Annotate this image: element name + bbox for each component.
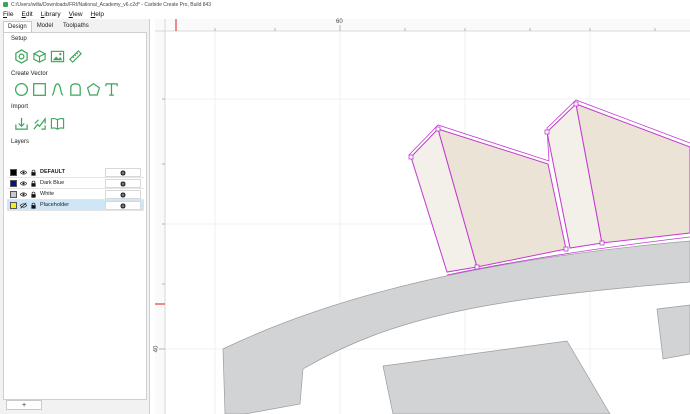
import-tools [13, 115, 67, 131]
panel-body: Setup Create Vector Import Layers [3, 32, 147, 400]
gear-icon [120, 180, 126, 187]
job-setup-icon[interactable] [13, 48, 29, 64]
gear-icon [120, 202, 126, 209]
layer-settings-button[interactable] [105, 190, 141, 199]
circle-icon[interactable] [13, 81, 29, 97]
lock-icon[interactable] [30, 180, 37, 187]
app-logo-icon [3, 2, 8, 7]
library-book-icon[interactable] [49, 115, 65, 131]
menu-help[interactable]: Help [91, 11, 104, 18]
gear-icon [120, 191, 126, 198]
top-ruler [155, 19, 690, 31]
top-ruler-label: 60 [336, 19, 343, 25]
create-vector-tools [13, 81, 121, 97]
rectangle-icon[interactable] [31, 81, 47, 97]
setup-tools [13, 48, 85, 64]
layer-name[interactable]: White [40, 191, 98, 197]
lock-icon[interactable] [30, 191, 37, 198]
tab-model[interactable]: Model [32, 20, 58, 32]
add-layer-button[interactable]: + [6, 400, 42, 410]
design-panel: Design Model Toolpaths Setup Create Vect… [0, 19, 150, 414]
menu-bar: File Edit Library View Help [0, 9, 690, 19]
layer-color-swatch[interactable] [10, 201, 17, 209]
window-title: C:/Users/willa/Downloads/FRI/National_Ac… [11, 1, 212, 8]
menu-edit[interactable]: Edit [22, 11, 33, 18]
menu-file[interactable]: File [3, 11, 14, 18]
eye-icon[interactable] [20, 180, 27, 187]
layers-section-label: Layers [11, 139, 30, 145]
layer-color-swatch[interactable] [10, 190, 17, 198]
tab-toolpaths[interactable]: Toolpaths [58, 20, 94, 32]
layer-settings-button[interactable] [105, 201, 141, 210]
lower-block-shape[interactable] [382, 340, 611, 414]
gear-icon [120, 169, 126, 176]
setup-section-label: Setup [11, 36, 27, 42]
text-icon[interactable] [103, 81, 119, 97]
import-vector-icon[interactable] [13, 115, 29, 131]
ruler-icon[interactable] [67, 48, 83, 64]
lock-icon[interactable] [30, 169, 37, 176]
layer-color-swatch[interactable] [10, 168, 17, 176]
layer-row[interactable]: White [7, 189, 144, 200]
polygon-shape-icon[interactable] [67, 81, 83, 97]
left-ruler-label: 40 [153, 345, 160, 353]
lock-icon[interactable] [30, 202, 37, 209]
layers-list: DEFAULT Dark Blue White Placeholder [7, 167, 144, 211]
design-canvas[interactable]: 60 40 [153, 19, 690, 414]
app-window: { "window": { "title": "C:/Users/willa/D… [0, 0, 690, 414]
layer-row[interactable]: Dark Blue [7, 178, 144, 189]
stock-material-icon[interactable] [31, 48, 47, 64]
pentagon-icon[interactable] [85, 81, 101, 97]
panel-tabs: Design Model Toolpaths [0, 19, 149, 32]
eye-icon[interactable] [20, 191, 27, 198]
eye-icon[interactable] [20, 169, 27, 176]
title-bar: C:/Users/willa/Downloads/FRI/National_Ac… [0, 0, 690, 9]
layer-name[interactable]: Dark Blue [40, 180, 98, 186]
layer-row[interactable]: DEFAULT [7, 167, 144, 178]
left-ruler [155, 19, 165, 414]
layer-row[interactable]: Placeholder [7, 200, 144, 211]
layer-settings-button[interactable] [105, 168, 141, 177]
curve-icon[interactable] [49, 81, 65, 97]
layer-color-swatch[interactable] [10, 179, 17, 187]
menu-view[interactable]: View [69, 11, 83, 18]
image-icon[interactable] [49, 48, 65, 64]
right-block-shape[interactable] [656, 304, 690, 360]
import-bitmap-icon[interactable] [31, 115, 47, 131]
import-section-label: Import [11, 104, 29, 110]
layer-name[interactable]: DEFAULT [40, 169, 98, 175]
menu-library[interactable]: Library [41, 11, 61, 18]
layer-name[interactable]: Placeholder [40, 202, 98, 208]
create-vector-section-label: Create Vector [11, 71, 48, 77]
canvas-drawing[interactable] [155, 19, 690, 414]
tab-design[interactable]: Design [3, 21, 32, 32]
layer-settings-button[interactable] [105, 179, 141, 188]
eye-off-icon[interactable] [20, 201, 27, 209]
